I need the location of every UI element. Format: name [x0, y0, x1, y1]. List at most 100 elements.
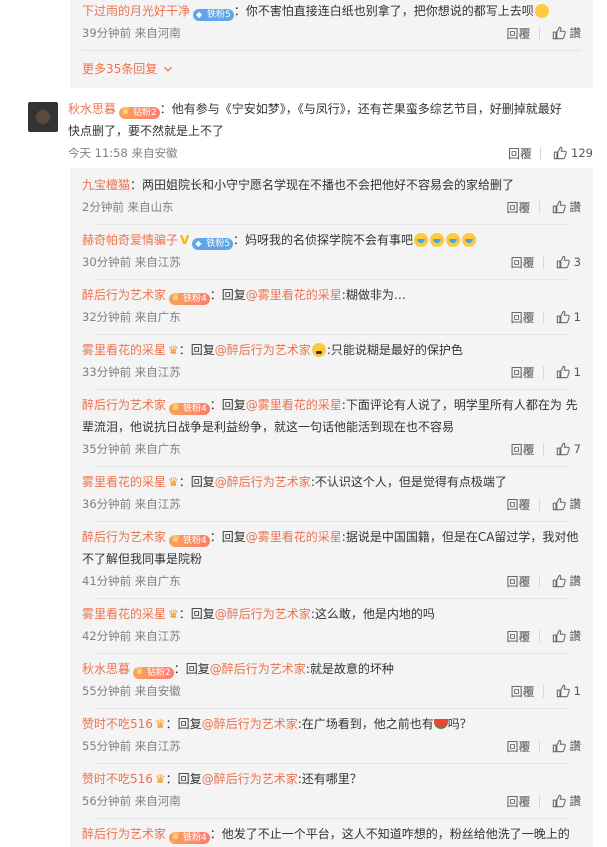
- thumb-up-icon: [556, 310, 570, 324]
- like-count: 1: [573, 684, 581, 698]
- mention-link[interactable]: @雾里看花的采星: [246, 530, 342, 544]
- reply-actions: 回覆 讚: [494, 628, 581, 645]
- reply-username[interactable]: 醉后行为艺术家: [82, 398, 166, 412]
- reply-button[interactable]: 回覆: [494, 573, 534, 590]
- sub-reply: 雾里看花的采星 ♛：回复@醉后行为艺术家:这么敢，他是内地的吗 42分钟前 来自江苏…: [70, 599, 593, 654]
- reply-button[interactable]: 回覆: [494, 199, 534, 216]
- mention-link[interactable]: @醉后行为艺术家: [215, 475, 311, 489]
- thumb-up-icon: [552, 629, 566, 643]
- reply-username[interactable]: 秋水思暮: [82, 662, 130, 676]
- reply-meta: 39分钟前 来自河南 回覆 讚: [82, 22, 581, 44]
- reply-button[interactable]: 回覆: [494, 793, 534, 810]
- like-button[interactable]: 7: [544, 442, 581, 456]
- mention-link[interactable]: @雾里看花的采星: [246, 288, 342, 302]
- reply-button[interactable]: 回覆: [494, 738, 534, 755]
- reply-username[interactable]: 赞时不吃516: [82, 717, 153, 731]
- reply-content: ：你不害怕直接连白纸也别拿了，把你想说的都写上去呗: [233, 4, 534, 18]
- reply-content-line2: 辈流泪，他说抗日战争是利益纷争，就这一句话他能活到现在也不容易: [82, 420, 455, 434]
- member-crown-icon: ♛: [154, 772, 166, 786]
- reply-meta: 32分钟前 来自广东 回覆 1: [82, 306, 581, 328]
- sub-reply: 赫奇帕奇爱情骗子V铁粉5：妈呀我的名侦探学院不会有事吧 30分钟前 来自江苏 回覆 3: [70, 225, 593, 280]
- reply-text: 九宝檀猫：两田姐院长和小守宁愿名学现在不播也不会把他好不容易会的家给删了: [82, 174, 581, 196]
- like-button[interactable]: 1: [544, 684, 581, 698]
- like-label: 讚: [569, 26, 582, 40]
- more-replies-label: 更多35条回复: [82, 62, 158, 76]
- reply-content: :下面评论有人说了，明学里所有人都在为 先: [341, 398, 578, 412]
- lol-emoji-icon: [534, 4, 549, 18]
- vip-badge: 铁粉4: [169, 402, 210, 415]
- like-button[interactable]: 讚: [540, 496, 581, 512]
- reply-username[interactable]: 雾里看花的采星: [82, 607, 166, 621]
- thumb-up-icon: [556, 255, 570, 269]
- like-button[interactable]: 1: [544, 365, 581, 379]
- mention-link[interactable]: @醉后行为艺术家: [215, 607, 311, 621]
- reply-username[interactable]: 雾里看花的采星: [82, 475, 166, 489]
- reply-actions: 回覆 1: [499, 309, 581, 326]
- mention-link[interactable]: @醉后行为艺术家: [202, 717, 298, 731]
- reply-button[interactable]: 回覆: [496, 145, 536, 162]
- comment-content: ：他有参与《宁安如梦》，《与凤行》，还有芒果蛮多综艺节目，好删掉就最好: [159, 102, 562, 116]
- reply-text: 醉后行为艺术家铁粉4：回复@雾里看花的采星:糊做非为…: [82, 284, 581, 306]
- reply-text: 秋水思暮钻粉2：回复@醉后行为艺术家:就是故意的坏种: [82, 658, 581, 680]
- mention-link[interactable]: @醉后行为艺术家: [210, 662, 306, 676]
- reply-content: :在广场看到，他之前也有: [297, 717, 434, 731]
- reply-username[interactable]: 下过雨的月光好干净: [82, 4, 190, 18]
- reply-text: 雾里看花的采星 ♛：回复@醉后行为艺术家:不认识这个人，但是觉得有点极端了: [82, 471, 581, 493]
- like-label: 讚: [569, 629, 582, 643]
- reply-prefix: ：回复: [209, 288, 246, 302]
- reply-username[interactable]: 醉后行为艺术家: [82, 530, 166, 544]
- like-button[interactable]: 讚: [540, 25, 582, 41]
- reply-meta: 30分钟前 来自江苏 回覆 3: [82, 251, 581, 273]
- mention-link[interactable]: @醉后行为艺术家: [215, 343, 311, 357]
- reply-username[interactable]: 醉后行为艺术家: [82, 288, 166, 302]
- like-label: 讚: [569, 794, 582, 808]
- like-button[interactable]: 讚: [540, 573, 581, 589]
- reply-button[interactable]: 回覆: [499, 683, 539, 700]
- like-button[interactable]: 讚: [540, 793, 582, 809]
- comment-username[interactable]: 秋水思暮: [68, 102, 116, 116]
- reply-time-location: 42分钟前 来自江苏: [82, 629, 181, 643]
- reply-username[interactable]: 赞时不吃516: [82, 772, 153, 786]
- reply-button[interactable]: 回覆: [494, 496, 534, 513]
- reply-button[interactable]: 回覆: [499, 441, 539, 458]
- reply-time-location: 2分钟前 来自山东: [82, 200, 174, 214]
- reply-prefix: ：回复: [178, 343, 215, 357]
- sub-reply: 雾里看花的采星 ♛：回复@醉后行为艺术家:只能说糊是最好的保护色 33分钟前 来自江…: [70, 335, 593, 390]
- sub-reply: 秋水思暮钻粉2：回复@醉后行为艺术家:就是故意的坏种 55分钟前 来自安徽 回覆 1: [70, 654, 593, 709]
- reply-button[interactable]: 回覆: [499, 309, 539, 326]
- reply-text: 赫奇帕奇爱情骗子V铁粉5：妈呀我的名侦探学院不会有事吧: [82, 229, 581, 251]
- reply-content: :据说是中国国籍，但是在CA留过学，我对他: [341, 530, 579, 544]
- more-replies-link[interactable]: 更多35条回复: [70, 51, 593, 88]
- reply-button[interactable]: 回覆: [499, 364, 539, 381]
- member-crown-icon: ♛: [154, 717, 166, 731]
- avatar[interactable]: [28, 102, 58, 132]
- reply-text: 醉后行为艺术家铁粉4：回复@雾里看花的采星:据说是中国国籍，但是在CA留过学，我…: [82, 526, 581, 570]
- cry-emoji-icon: [430, 233, 445, 247]
- reply-username[interactable]: 雾里看花的采星: [82, 343, 166, 357]
- reply-button[interactable]: 回覆: [494, 25, 534, 42]
- mention-link[interactable]: @醉后行为艺术家: [202, 772, 298, 786]
- vip-badge: 铁粉4: [169, 534, 210, 547]
- like-button[interactable]: 讚: [540, 738, 581, 754]
- reply-username[interactable]: 九宝檀猫: [82, 178, 130, 192]
- reply-prefix: ：回复: [165, 717, 202, 731]
- chevron-down-icon: [164, 66, 173, 72]
- reply-button[interactable]: 回覆: [494, 628, 534, 645]
- comment-content-line2: 快点删了，要不然就是上不了: [68, 124, 225, 138]
- reply-username[interactable]: 醉后行为艺术家: [82, 827, 166, 841]
- sub-reply: 赞时不吃516 ♛：回复@醉后行为艺术家:还有哪里？ 56分钟前 来自河南 回覆 讚: [70, 764, 593, 819]
- reply-button[interactable]: 回覆: [499, 254, 539, 271]
- like-count: 129: [571, 146, 593, 160]
- reply-content-tail: 吗？: [447, 717, 472, 731]
- reply-actions: 回覆 讚: [494, 199, 581, 216]
- reply-username[interactable]: 赫奇帕奇爱情骗子: [82, 233, 178, 247]
- verified-badge: V: [180, 233, 190, 247]
- reply-time-location: 41分钟前 来自广东: [82, 574, 181, 588]
- thumb-up-icon: [556, 442, 570, 456]
- like-button[interactable]: 129: [541, 146, 593, 160]
- like-button[interactable]: 1: [544, 310, 581, 324]
- like-button[interactable]: 讚: [540, 628, 582, 644]
- mention-link[interactable]: @雾里看花的采星: [246, 398, 342, 412]
- like-button[interactable]: 讚: [540, 199, 581, 215]
- like-button[interactable]: 3: [544, 255, 581, 269]
